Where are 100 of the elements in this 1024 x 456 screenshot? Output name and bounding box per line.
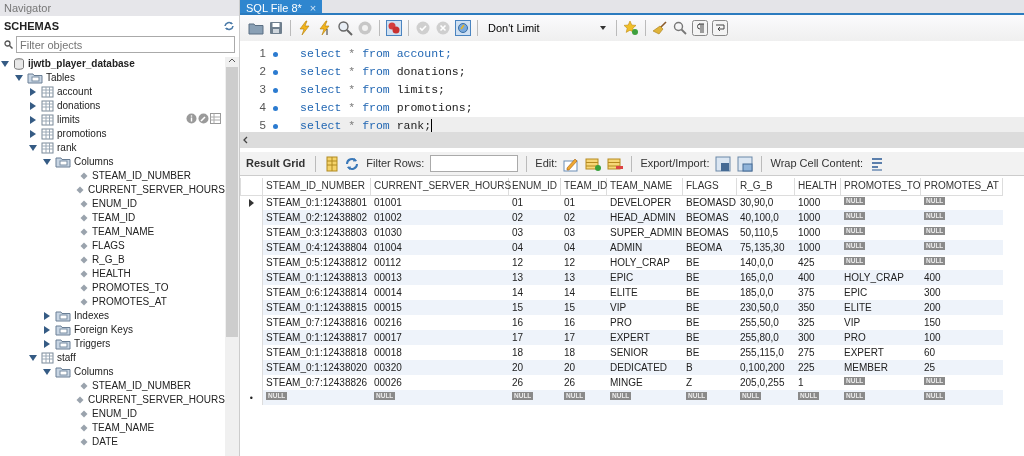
table-cell: 20 [508,360,561,375]
table-name[interactable]: rank [57,141,77,155]
table-cell: 300 [920,285,1003,300]
column-name[interactable]: PROMOTES_TO [92,281,169,295]
result-grid-tab[interactable]: Result Grid [244,155,308,172]
folder-icon[interactable] [248,20,264,36]
column-header[interactable]: R_G_B [736,178,795,195]
column-name[interactable]: DATE [92,435,118,449]
column-name[interactable]: TEAM_ID [92,211,136,225]
expand-arrow-icon[interactable] [29,130,37,138]
folder-name[interactable]: Columns [74,155,114,169]
toggle-icon[interactable] [455,20,471,36]
column-header[interactable]: HEALTH [794,178,841,195]
table-name[interactable]: account [57,85,93,99]
form-editor-icon[interactable] [324,155,339,172]
folder-name[interactable]: Foreign Keys [74,323,133,337]
collapse-arrow-icon[interactable] [29,144,37,152]
collapse-arrow-icon[interactable] [1,60,9,68]
toggle-icon[interactable] [386,20,402,36]
broom-icon[interactable] [652,20,668,36]
table-cell: 100 [920,330,1003,345]
code-line[interactable]: select * from donations; [300,65,466,78]
delete-row-icon[interactable] [607,155,624,172]
column-header[interactable]: PROMOTES_AT [920,178,1003,195]
column-name[interactable]: CURRENT_SERVER_HOURS [87,183,225,197]
star-icon[interactable] [623,20,639,36]
refresh-icon[interactable] [223,21,235,31]
column-name[interactable]: ENUM_ID [92,407,137,421]
magnifier-icon[interactable] [337,20,353,36]
column-header[interactable]: TEAM_NAME [606,178,683,195]
expand-arrow-icon[interactable] [43,312,51,320]
table-name[interactable]: limits [57,113,80,127]
table-name[interactable]: promotions [57,127,107,141]
column-name[interactable]: R_G_B [92,253,125,267]
add-row-icon[interactable] [585,155,602,172]
code-line[interactable]: select * from rank; [300,119,432,132]
table-name[interactable]: donations [57,99,101,113]
schema-name[interactable]: ijwtb_player_database [28,57,135,71]
collapse-arrow-icon[interactable] [43,158,51,166]
check-icon[interactable] [415,20,431,36]
code-line[interactable]: select * from account; [300,47,452,60]
column-name[interactable]: TEAM_NAME [92,225,155,239]
column-name[interactable]: STEAM_ID_NUMBER [92,169,191,183]
column-header[interactable]: STEAM_ID_NUMBER [262,178,371,195]
collapse-arrow-icon[interactable] [43,368,51,376]
column-name[interactable]: TEAM_NAME [92,421,155,435]
expand-arrow-icon[interactable] [43,326,51,334]
column-name[interactable]: ENUM_ID [92,197,137,211]
scroll-up-icon[interactable] [228,57,236,65]
expand-arrow-icon[interactable] [43,340,51,348]
column-header[interactable]: FLAGS [682,178,737,195]
info-icon[interactable] [186,113,197,124]
wrap-cell-icon[interactable] [869,155,884,172]
column-name[interactable]: HEALTH [92,267,131,281]
table-cell: ELITE [606,285,683,300]
filter-rows-field[interactable] [430,155,519,172]
folder-name[interactable]: Tables [46,71,75,85]
collapse-arrow-icon[interactable] [29,354,37,362]
lightning-icon[interactable] [297,20,313,36]
table-cell: MINGE [606,375,683,390]
table-cell: 200 [920,300,1003,315]
code-line[interactable]: select * from limits; [300,83,445,96]
column-name[interactable]: CURRENT_SERVER_HOURS [87,393,225,407]
expand-arrow-icon[interactable] [29,88,37,96]
filter-field[interactable]: Filter objects [16,36,235,53]
wrench-icon[interactable] [198,113,209,124]
scrollbar[interactable] [240,132,1024,148]
code-line[interactable]: select * from promotions; [300,101,473,114]
scroll-left-icon[interactable] [242,136,250,144]
pilcrow-icon[interactable] [692,20,708,36]
export-icon[interactable] [715,155,732,172]
import-icon[interactable] [737,155,754,172]
table-name[interactable]: staff [57,351,76,365]
refresh-icon[interactable] [344,155,361,172]
collapse-arrow-icon[interactable] [15,74,23,82]
column-name[interactable]: STEAM_ID_NUMBER [92,379,191,393]
table-cell: 15 [508,300,561,315]
table-cell: 16 [560,315,607,330]
column-name[interactable]: PROMOTES_AT [92,295,167,309]
lightning-cursor-icon[interactable] [317,20,333,36]
folder-name[interactable]: Triggers [74,337,111,351]
table-cell: PRO [606,315,683,330]
wrap-icon[interactable] [712,20,728,36]
expand-arrow-icon[interactable] [29,116,37,124]
limit-dropdown[interactable]: Don't Limit [484,19,610,37]
folder-name[interactable]: Columns [74,365,114,379]
column-header[interactable]: TEAM_ID [560,178,607,195]
table-cell: BEOMAS [682,210,737,225]
table-cell: 25 [920,360,1003,375]
save-icon[interactable] [268,20,284,36]
editor-tab[interactable]: SQL File 8* × [240,0,323,13]
expand-arrow-icon[interactable] [29,102,37,110]
scrollbar[interactable] [225,57,239,456]
column-name[interactable]: FLAGS [92,239,125,253]
column-header[interactable]: CURRENT_SERVER_HOURS [370,178,509,195]
table-cell: 14 [560,285,607,300]
table-icon[interactable] [210,113,221,124]
column-header[interactable]: PROMOTES_TO [840,178,921,195]
search-icon[interactable] [672,20,688,36]
folder-name[interactable]: Indexes [74,309,110,323]
